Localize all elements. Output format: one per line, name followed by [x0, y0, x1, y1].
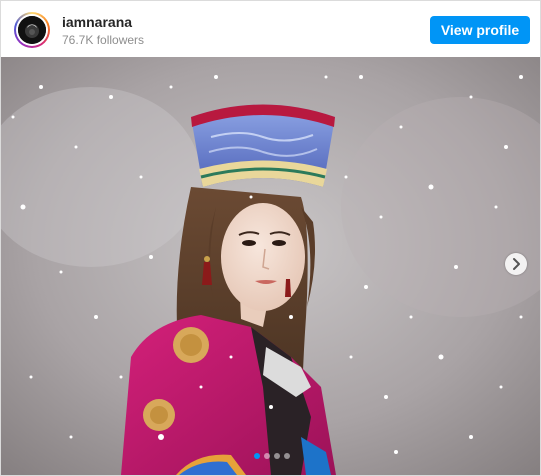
carousel-dot: [284, 453, 290, 459]
avatar[interactable]: [18, 16, 46, 44]
chevron-right-icon: [513, 258, 520, 270]
carousel-dot: [264, 453, 270, 459]
avatar-story-ring[interactable]: [14, 12, 50, 48]
follower-count: 76.7K followers: [62, 33, 145, 47]
carousel-dot-active: [254, 453, 260, 459]
post-header: iamnarana 76.7K followers View profile: [1, 1, 540, 57]
post-photo[interactable]: [1, 57, 540, 475]
carousel-dot: [274, 453, 280, 459]
avatar-image: [18, 16, 46, 44]
carousel-next-button[interactable]: [505, 253, 527, 275]
carousel-indicator: [254, 453, 290, 459]
view-profile-button[interactable]: View profile: [430, 16, 530, 44]
username-link[interactable]: iamnarana: [62, 14, 132, 30]
instagram-embed-card: iamnarana 76.7K followers View profile: [0, 0, 541, 476]
post-image: [1, 57, 540, 475]
